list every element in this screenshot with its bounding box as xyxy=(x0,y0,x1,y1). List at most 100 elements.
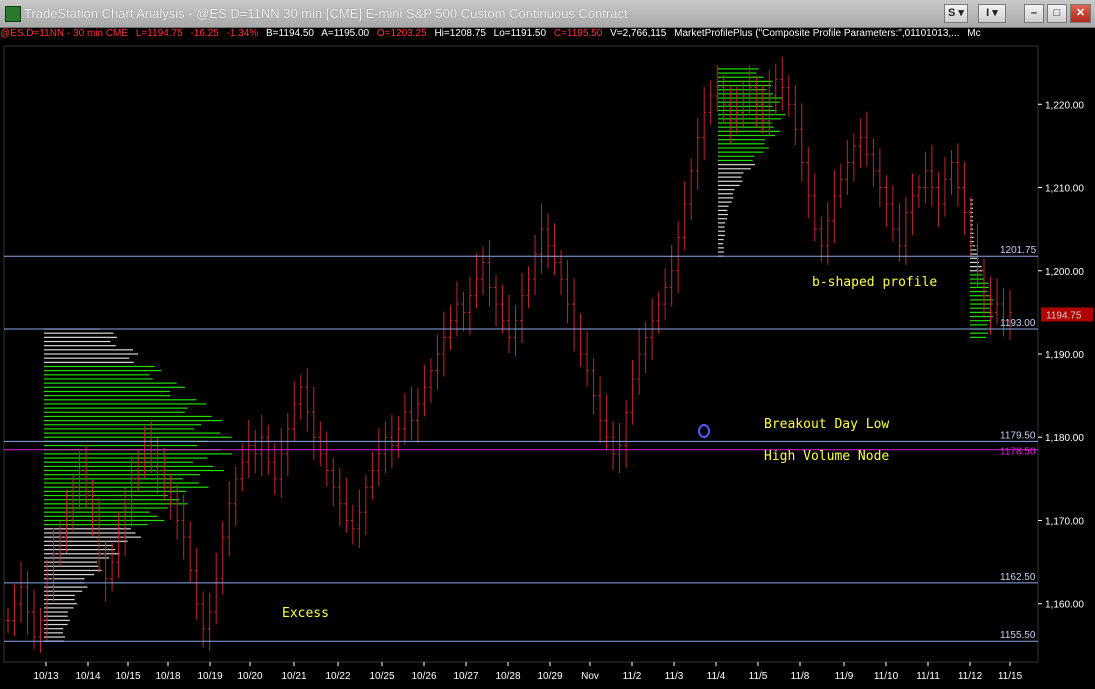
profile-row xyxy=(44,357,130,359)
ohlc-bar xyxy=(487,239,492,307)
y-tick-label: 1,190.00 xyxy=(1045,350,1084,361)
ohlc-bar xyxy=(513,304,518,357)
ohlc-bar xyxy=(220,521,225,595)
ohlc-bar xyxy=(539,203,544,274)
profile-row xyxy=(970,216,973,218)
ohlc-bar xyxy=(214,552,219,625)
symbol-link-button[interactable]: S ▾ xyxy=(944,4,968,23)
profile-row xyxy=(718,172,744,174)
ohlc-bar xyxy=(741,80,746,129)
profile-row xyxy=(44,419,223,422)
ohlc-bar xyxy=(246,419,251,479)
ohlc-bar xyxy=(546,213,551,269)
ohlc-bar xyxy=(311,386,316,460)
ohlc-bar xyxy=(552,223,557,275)
profile-row xyxy=(718,109,777,112)
profile-row xyxy=(44,336,117,338)
profile-row xyxy=(970,199,973,201)
profile-row xyxy=(970,203,973,205)
maximize-button[interactable]: □ xyxy=(1047,4,1067,23)
profile-row xyxy=(718,230,726,232)
ohlc-bar xyxy=(344,478,349,533)
status-high: Hi=1208.75 xyxy=(434,28,486,39)
profile-row xyxy=(970,228,973,230)
profile-row xyxy=(44,490,186,492)
ohlc-bar xyxy=(663,268,668,320)
window-title: TradeStation Chart Analysis - @ES.D=11NN… xyxy=(24,6,628,21)
profile-row xyxy=(44,519,165,522)
profile-row xyxy=(44,486,209,488)
status-volume: V=2,766,115 xyxy=(610,28,667,39)
close-button[interactable]: ✕ xyxy=(1070,4,1091,23)
profile-row xyxy=(718,201,732,203)
profile-row xyxy=(44,603,78,605)
ohlc-bar xyxy=(467,276,472,335)
profile-row xyxy=(718,234,725,236)
ohlc-bar xyxy=(793,85,798,146)
profile-row xyxy=(44,565,99,567)
profile-row xyxy=(44,478,183,480)
profile-row xyxy=(44,561,98,563)
ohlc-bar xyxy=(994,278,999,325)
ohlc-bar xyxy=(32,589,37,650)
ohlc-bar xyxy=(292,381,297,442)
price-chart[interactable]: 1201.75 1193.00 1179.50 1178.50 1162.50 1155.… xyxy=(0,42,1095,689)
level-label: 1162.50 xyxy=(1000,572,1036,583)
ohlc-bar xyxy=(259,414,264,477)
profile-row xyxy=(718,251,724,253)
tradestation-app-icon xyxy=(5,6,21,22)
profile-row xyxy=(718,205,729,207)
profile-row xyxy=(44,528,131,530)
profile-row xyxy=(44,444,198,447)
market-profiles xyxy=(44,68,994,642)
ohlc-bar xyxy=(942,156,947,217)
profile-row xyxy=(44,549,116,551)
profile-row xyxy=(718,193,733,195)
profile-row xyxy=(44,340,111,343)
ohlc-bar xyxy=(227,481,232,557)
ohlc-bar xyxy=(428,358,433,404)
ohlc-bar xyxy=(435,334,440,390)
profile-row xyxy=(44,532,136,534)
profile-row xyxy=(44,345,116,347)
minimize-button[interactable]: – xyxy=(1024,4,1044,23)
profile-row xyxy=(44,365,155,368)
ohlc-bar xyxy=(936,171,941,227)
profile-row xyxy=(44,374,150,376)
ohlc-bar xyxy=(526,266,531,309)
ohlc-bar xyxy=(38,607,43,653)
x-tick-label: 10/22 xyxy=(325,671,350,682)
ohlc-bar xyxy=(812,173,817,242)
ohlc-bar xyxy=(298,374,303,420)
chart-status-bar: @ES.D=11NN - 30 min CME L=1194.75 -16.25… xyxy=(0,28,1095,42)
ohlc-bar xyxy=(721,75,726,124)
profile-row xyxy=(44,461,194,463)
profile-row xyxy=(44,378,153,380)
profile-row xyxy=(44,469,224,472)
x-tick-label: 11/12 xyxy=(958,671,983,682)
symbol-link-label: S xyxy=(948,7,956,19)
ohlc-bar xyxy=(565,259,570,324)
profile-row xyxy=(718,197,734,199)
ohlc-bar xyxy=(97,498,102,573)
profile-row xyxy=(718,126,774,128)
ohlc-bar xyxy=(188,521,193,583)
profile-row xyxy=(44,482,199,484)
ohlc-bar xyxy=(916,175,921,209)
ohlc-bar xyxy=(923,151,928,204)
profile-row xyxy=(44,515,158,517)
profile-row xyxy=(44,390,170,393)
profile-row xyxy=(718,130,781,132)
indicator-link-button[interactable]: I ▾ xyxy=(978,4,1006,23)
ohlc-bar xyxy=(929,145,934,207)
ohlc-bar xyxy=(149,419,154,474)
profile-row xyxy=(718,159,753,162)
profile-row xyxy=(718,176,742,178)
ohlc-bar xyxy=(1008,289,1012,340)
profile-row xyxy=(44,619,70,621)
status-bid: B=1194.50 xyxy=(266,28,314,39)
profile-row xyxy=(970,315,993,318)
ohlc-bar xyxy=(572,278,577,352)
ohlc-bar xyxy=(370,451,375,500)
ohlc-bar xyxy=(337,468,342,527)
